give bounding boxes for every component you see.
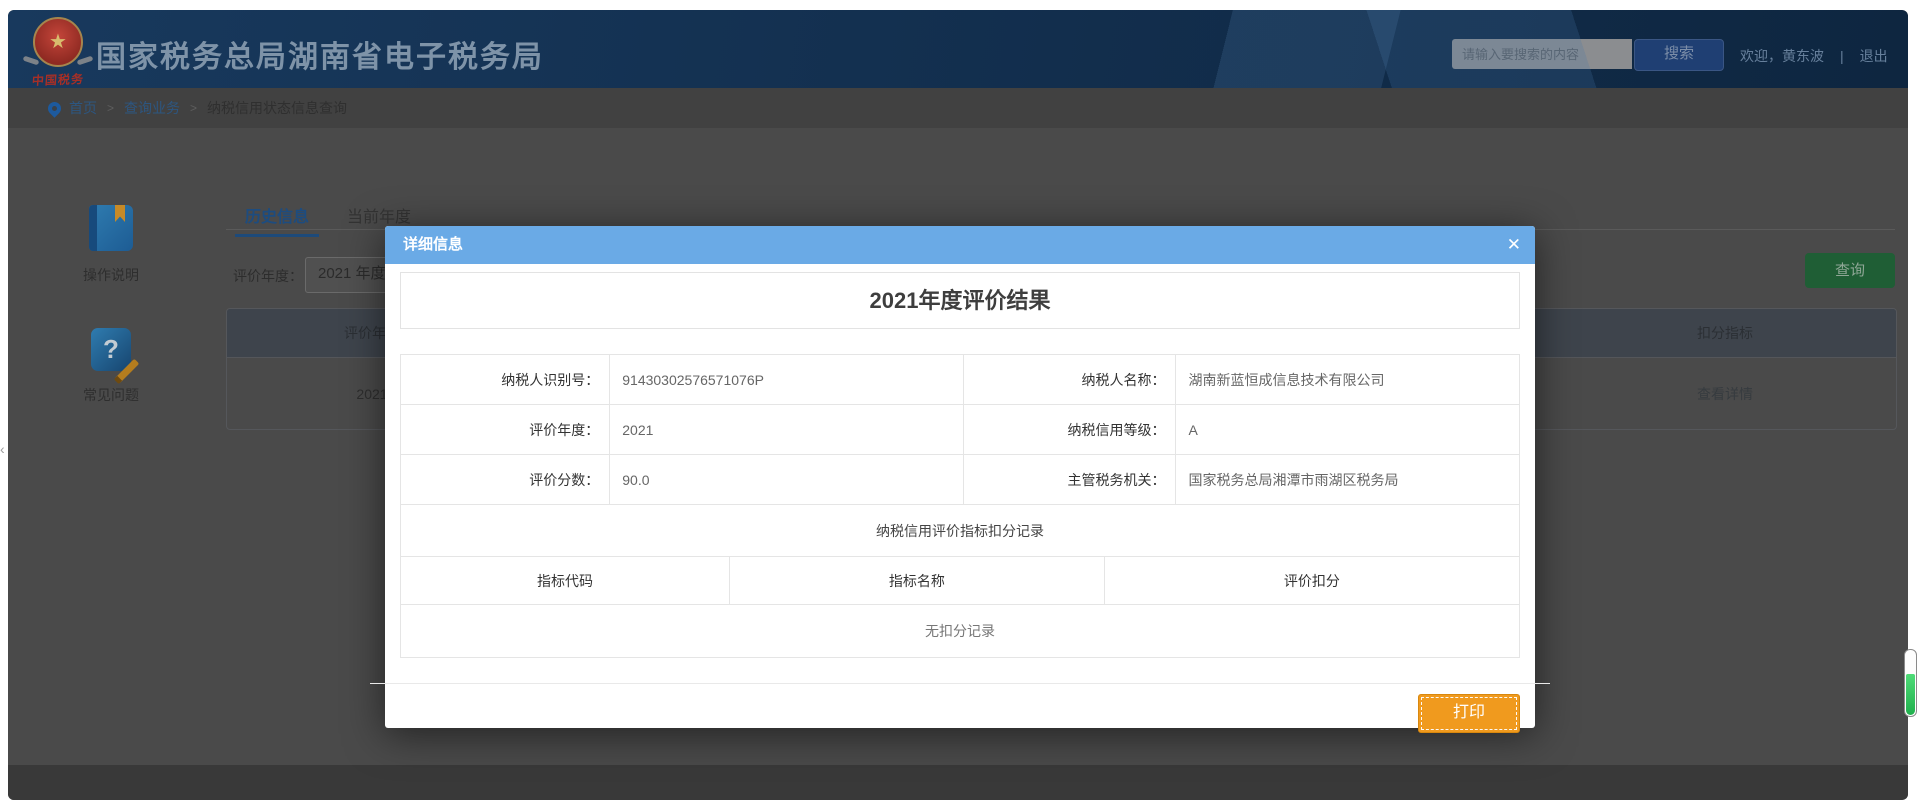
breadcrumb-current: 纳税信用状态信息查询 <box>207 98 347 118</box>
logout-link[interactable]: 退出 <box>1860 46 1888 66</box>
deduction-section-table: 纳税信用评价指标扣分记录 <box>400 504 1520 557</box>
column-header-evaluation-deduction: 评价扣分 <box>1104 557 1519 605</box>
user-divider: | <box>1840 48 1844 64</box>
no-deduction-records-text: 无扣分记录 <box>401 605 1520 658</box>
taxpayer-id-value: 91430302576571076P <box>610 355 964 405</box>
evaluation-score-value: 90.0 <box>610 455 964 505</box>
modal-footer: 打印 <box>385 684 1535 733</box>
evaluation-score-label: 评价分数： <box>401 455 610 505</box>
table-row: 无扣分记录 <box>401 605 1520 658</box>
book-icon <box>89 205 133 251</box>
taxpayer-name-value: 湖南新蓝恒成信息技术有限公司 <box>1176 355 1520 405</box>
close-icon[interactable]: ✕ <box>1507 226 1521 264</box>
modal-body: 2021年度评价结果 纳税人识别号： 91430302576571076P 纳税… <box>385 264 1535 658</box>
taxpayer-id-label: 纳税人识别号： <box>401 355 610 405</box>
column-header-deduction: 扣分指标 <box>1555 309 1895 357</box>
sidebar-item-faq[interactable]: ? 常见问题 <box>66 328 156 405</box>
taxpayer-name-label: 纳税人名称： <box>963 355 1176 405</box>
tax-bureau-logo[interactable]: ★ 中国税务 <box>26 17 90 88</box>
breadcrumb-separator: > <box>190 101 197 115</box>
tax-authority-value: 国家税务总局湘潭市雨湖区税务局 <box>1176 455 1520 505</box>
sidebar-item-label: 常见问题 <box>66 385 156 405</box>
table-row: 纳税人识别号： 91430302576571076P 纳税人名称： 湖南新蓝恒成… <box>401 355 1520 405</box>
sidebar-item-label: 操作说明 <box>66 265 156 285</box>
evaluation-year-label: 评价年度： <box>401 405 610 455</box>
modal-titlebar: 详细信息 ✕ <box>385 226 1535 264</box>
deduction-section-title: 纳税信用评价指标扣分记录 <box>401 505 1520 557</box>
tab-current-year[interactable]: 当前年度 <box>347 203 411 227</box>
credit-level-value: A <box>1176 405 1520 455</box>
scrollbar-indicator[interactable] <box>1904 649 1917 717</box>
breadcrumb-home[interactable]: 首页 <box>69 98 97 118</box>
evaluation-fields-table: 纳税人识别号： 91430302576571076P 纳税人名称： 湖南新蓝恒成… <box>400 354 1520 505</box>
evaluation-result-heading: 2021年度评价结果 <box>400 272 1520 329</box>
welcome-text: 欢迎，黄东波 <box>1740 46 1824 66</box>
detail-info-modal: 详细信息 ✕ 2021年度评价结果 纳税人识别号： 91430302576571… <box>385 226 1535 728</box>
evaluation-year-value: 2021 <box>610 405 964 455</box>
table-header-row: 指标代码 指标名称 评价扣分 <box>401 557 1520 605</box>
column-header-indicator-code: 指标代码 <box>401 557 730 605</box>
view-details-link[interactable]: 查看详情 <box>1555 358 1895 429</box>
header-search-group: 搜索 <box>1452 39 1724 69</box>
scrollbar-indicator-fill <box>1906 674 1915 715</box>
credit-level-label: 纳税信用等级： <box>963 405 1176 455</box>
evaluation-year-value: 2021 年度 <box>318 265 386 282</box>
collapse-panel-handle[interactable]: ‹ <box>0 438 8 460</box>
evaluation-year-label: 评价年度： <box>233 266 303 286</box>
national-emblem-icon: ★ <box>33 17 83 67</box>
sidebar-item-instructions[interactable]: 操作说明 <box>66 205 156 285</box>
page-footer <box>8 765 1908 800</box>
print-button[interactable]: 打印 <box>1418 694 1520 733</box>
breadcrumb: 首页 > 查询业务 > 纳税信用状态信息查询 <box>8 88 1908 128</box>
deduction-records-table: 指标代码 指标名称 评价扣分 无扣分记录 <box>400 556 1520 658</box>
emblem-star-icon: ★ <box>49 32 67 52</box>
location-pin-icon <box>45 99 63 117</box>
breadcrumb-section[interactable]: 查询业务 <box>124 98 180 118</box>
query-button[interactable]: 查询 <box>1805 253 1895 288</box>
tax-authority-label: 主管税务机关： <box>963 455 1176 505</box>
site-header: ★ 中国税务 国家税务总局湖南省电子税务局 搜索 欢迎，黄东波 | 退出 <box>8 10 1908 88</box>
search-input[interactable] <box>1452 39 1632 69</box>
logo-caption: 中国税务 <box>25 70 90 89</box>
table-row: 纳税信用评价指标扣分记录 <box>401 505 1520 557</box>
header-user-area: 欢迎，黄东波 | 退出 <box>1740 46 1888 66</box>
search-button[interactable]: 搜索 <box>1634 39 1724 71</box>
modal-title: 详细信息 <box>385 226 1535 264</box>
breadcrumb-separator: > <box>107 101 114 115</box>
table-row: 评价分数： 90.0 主管税务机关： 国家税务总局湘潭市雨湖区税务局 <box>401 455 1520 505</box>
column-header-indicator-name: 指标名称 <box>729 557 1104 605</box>
tab-history-info[interactable]: 历史信息 <box>245 203 309 227</box>
question-pencil-icon: ? <box>91 328 131 371</box>
table-row: 评价年度： 2021 纳税信用等级： A <box>401 405 1520 455</box>
site-title: 国家税务总局湖南省电子税务局 <box>96 32 544 76</box>
